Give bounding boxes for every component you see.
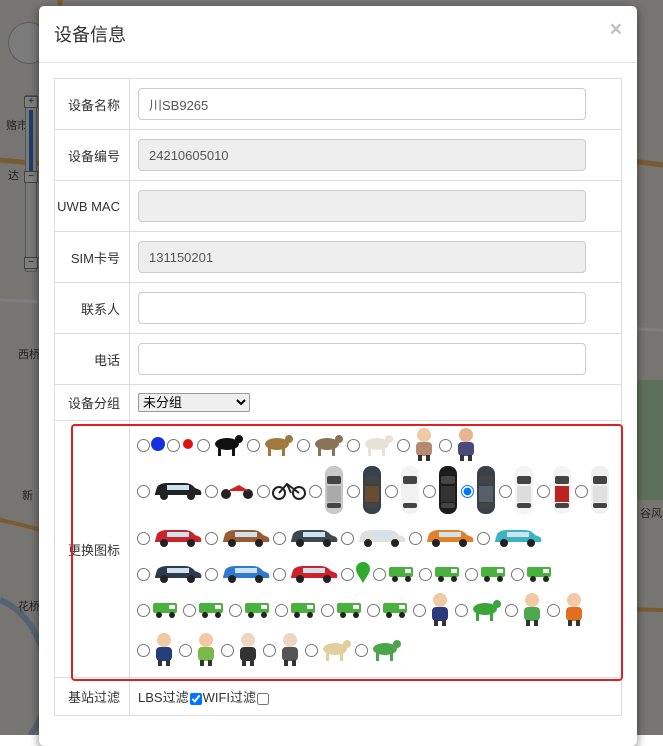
- modal-title: 设备信息: [54, 25, 126, 45]
- device-name-input[interactable]: [138, 88, 586, 120]
- phone-input[interactable]: [138, 343, 586, 375]
- group-label: 设备分组: [54, 384, 130, 421]
- device-name-label: 设备名称: [54, 78, 130, 130]
- device-no-input: [138, 139, 586, 171]
- uwb-mac-input: [138, 190, 586, 222]
- filter-label: 基站过滤: [54, 677, 130, 716]
- modal-header: 设备信息 ×: [39, 6, 637, 63]
- lbs-filter-checkbox[interactable]: [189, 692, 202, 705]
- uwb-mac-label: UWB MAC: [54, 180, 130, 232]
- phone-label: 电话: [54, 333, 130, 385]
- contact-input[interactable]: [138, 292, 586, 324]
- wifi-filter-label: WIFI过滤: [202, 690, 257, 705]
- close-button[interactable]: ×: [610, 18, 622, 42]
- sim-no-input: [138, 241, 586, 273]
- contact-label: 联系人: [54, 282, 130, 334]
- wifi-filter-checkbox[interactable]: [257, 692, 270, 705]
- icon-picker-highlight: [71, 424, 623, 681]
- sim-no-label: SIM卡号: [54, 231, 130, 283]
- group-select[interactable]: 未分组: [138, 393, 250, 412]
- device-no-label: 设备编号: [54, 129, 130, 181]
- lbs-filter-label: LBS过滤: [138, 690, 189, 705]
